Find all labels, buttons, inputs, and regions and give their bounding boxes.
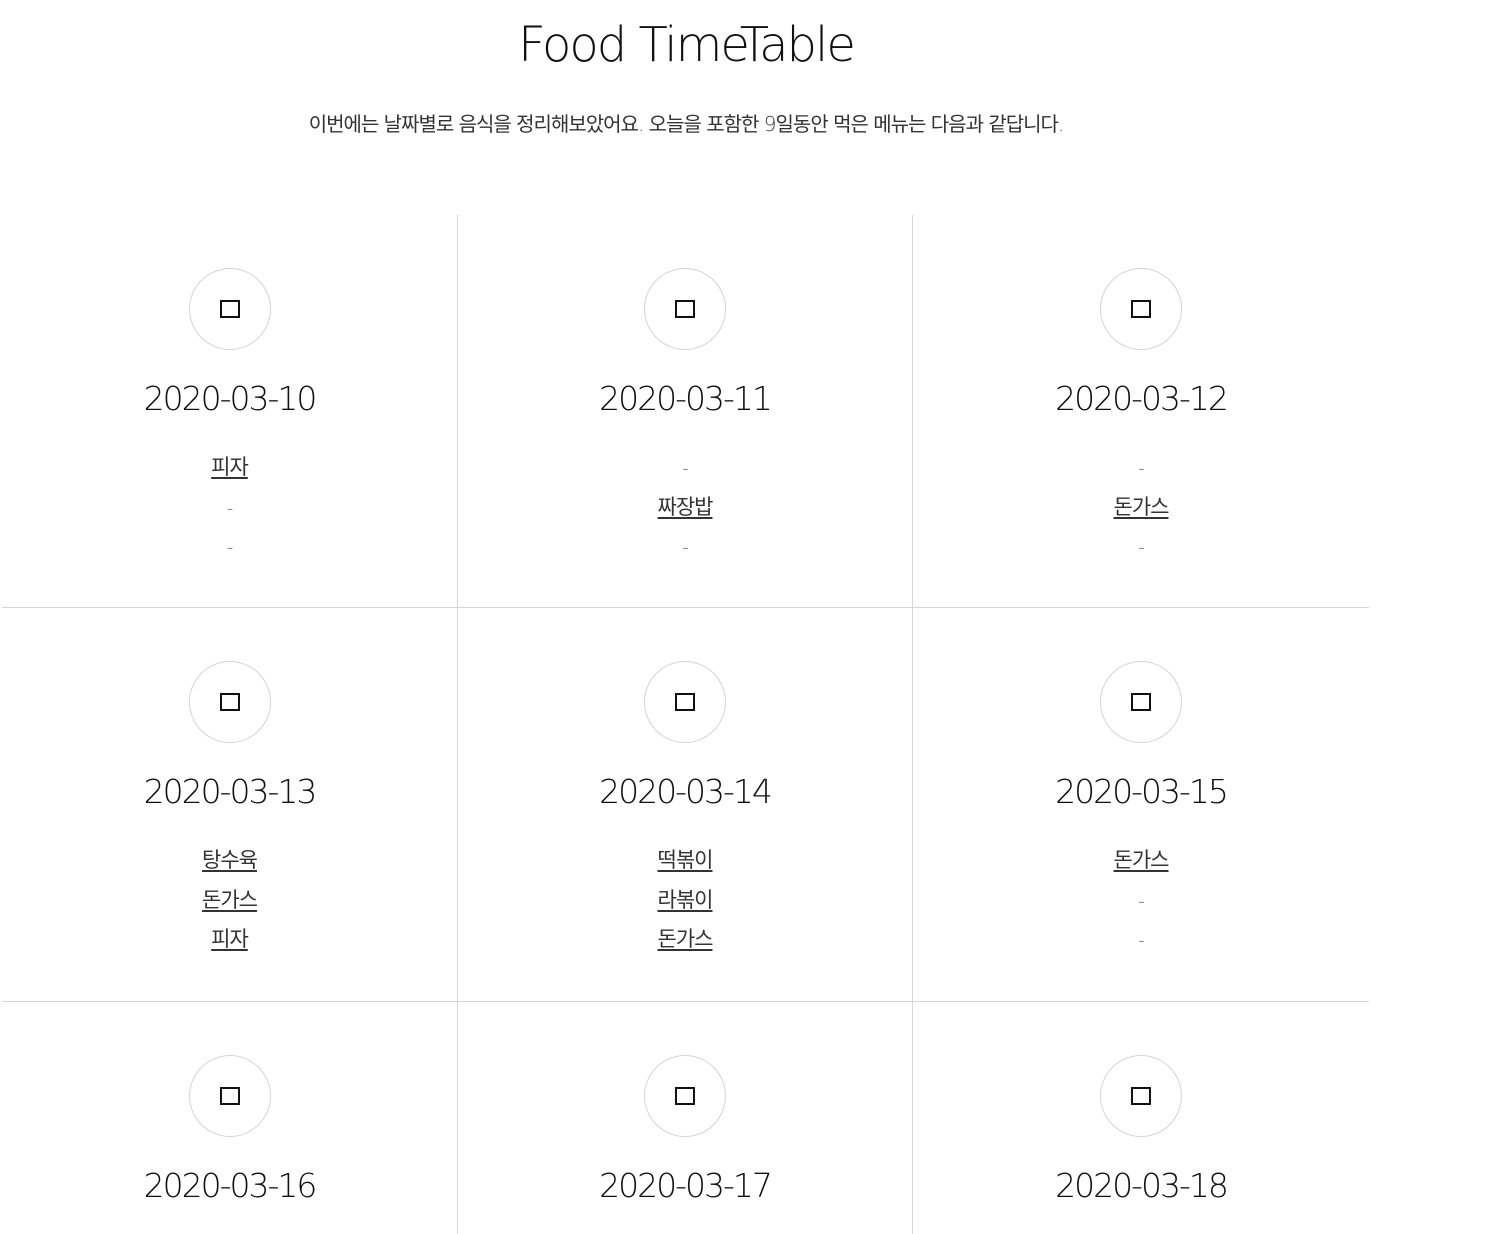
square-icon: [219, 1087, 240, 1105]
meal-empty: -: [226, 497, 233, 519]
meal-link[interactable]: 돈가스: [202, 888, 258, 912]
square-icon: [219, 693, 240, 711]
day-card: 2020-03-16: [2, 1002, 458, 1234]
meal-list: - 돈가스 -: [913, 449, 1369, 568]
meal-link[interactable]: 피자: [211, 927, 249, 951]
meal-item: -: [458, 449, 912, 489]
meal-item: -: [2, 489, 457, 529]
meal-item: 돈가스: [2, 882, 457, 922]
meal-item: -: [913, 921, 1369, 961]
square-icon: [1131, 300, 1151, 318]
meal-empty: -: [1138, 930, 1144, 951]
day-date: 2020-03-13: [143, 772, 318, 811]
meal-list: 탕수육 돈가스 피자: [2, 842, 457, 961]
meal-item: -: [2, 528, 457, 568]
meal-list: 떡볶이 라볶이 돈가스: [458, 842, 912, 961]
page-title: Food TimeTable: [518, 17, 856, 73]
meal-link[interactable]: 돈가스: [658, 927, 714, 951]
meal-item: -: [458, 528, 912, 568]
meal-item: 돈가스: [913, 489, 1369, 529]
meal-link[interactable]: 탕수육: [202, 848, 258, 872]
day-card: 2020-03-10 피자 - -: [2, 215, 458, 608]
meal-empty: -: [1138, 458, 1144, 479]
day-card: 2020-03-14 떡볶이 라볶이 돈가스: [458, 608, 913, 1002]
day-grid: 2020-03-10 피자 - - 2020-03-11 - 짜장밥 - 202…: [2, 215, 1369, 1234]
meal-empty: -: [1138, 890, 1144, 912]
meal-item: 라볶이: [458, 882, 912, 922]
day-date: 2020-03-14: [599, 772, 773, 811]
day-card: 2020-03-15 돈가스 - -: [913, 608, 1369, 1002]
meal-list: - 짜장밥 -: [458, 449, 912, 568]
meal-item: 탕수육: [2, 842, 457, 882]
meal-list: 돈가스 - -: [913, 842, 1369, 961]
day-icon-circle: [188, 268, 271, 350]
meal-link[interactable]: 라볶이: [658, 888, 714, 912]
day-card: 2020-03-13 탕수육 돈가스 피자: [2, 608, 458, 1002]
square-icon: [675, 1087, 695, 1105]
meal-empty: -: [226, 537, 233, 558]
meal-item: 피자: [2, 921, 457, 961]
day-icon-circle: [644, 268, 726, 350]
meal-empty: -: [682, 458, 688, 479]
meal-item: 짜장밥: [458, 489, 912, 529]
square-icon: [675, 693, 695, 711]
day-date: 2020-03-17: [599, 1166, 773, 1205]
day-icon-circle: [1100, 268, 1182, 350]
day-icon-circle: [1100, 661, 1182, 743]
meal-link[interactable]: 짜장밥: [658, 495, 714, 519]
day-date: 2020-03-16: [143, 1166, 318, 1205]
day-date: 2020-03-11: [599, 379, 773, 418]
day-date: 2020-03-10: [143, 379, 318, 418]
meal-item: 돈가스: [458, 921, 912, 961]
day-icon-circle: [644, 661, 726, 743]
day-icon-circle: [188, 661, 271, 743]
meal-link[interactable]: 돈가스: [1114, 495, 1170, 519]
day-date: 2020-03-15: [1055, 772, 1229, 811]
meal-item: 떡볶이: [458, 842, 912, 882]
day-card: 2020-03-18: [913, 1002, 1369, 1234]
day-icon-circle: [1100, 1055, 1182, 1137]
meal-item: -: [913, 528, 1369, 568]
square-icon: [219, 300, 240, 318]
day-date: 2020-03-12: [1055, 379, 1229, 418]
square-icon: [1131, 1087, 1151, 1105]
meal-link[interactable]: 돈가스: [1114, 848, 1170, 872]
day-date: 2020-03-18: [1055, 1166, 1229, 1205]
day-icon-circle: [188, 1055, 271, 1137]
square-icon: [1131, 693, 1151, 711]
meal-link[interactable]: 떡볶이: [658, 848, 714, 872]
day-card: 2020-03-12 - 돈가스 -: [913, 215, 1369, 608]
day-card: 2020-03-17: [458, 1002, 913, 1234]
square-icon: [675, 300, 695, 318]
food-timetable-page: Food TimeTable 이번에는 날짜별로 음식을 정리해보았어요. 오늘…: [0, 0, 1493, 1234]
meal-link[interactable]: 피자: [211, 455, 249, 479]
meal-item: 돈가스: [913, 842, 1369, 882]
meal-item: -: [913, 449, 1369, 489]
day-card: 2020-03-11 - 짜장밥 -: [458, 215, 913, 608]
day-icon-circle: [644, 1055, 726, 1137]
meal-item: -: [913, 882, 1369, 922]
meal-empty: -: [682, 537, 688, 558]
meal-item: 피자: [2, 449, 457, 489]
page-subtitle: 이번에는 날짜별로 음식을 정리해보았어요. 오늘을 포함한 9일동안 먹은 메…: [308, 112, 1065, 136]
meal-list: 피자 - -: [2, 449, 457, 568]
meal-empty: -: [1138, 537, 1144, 558]
